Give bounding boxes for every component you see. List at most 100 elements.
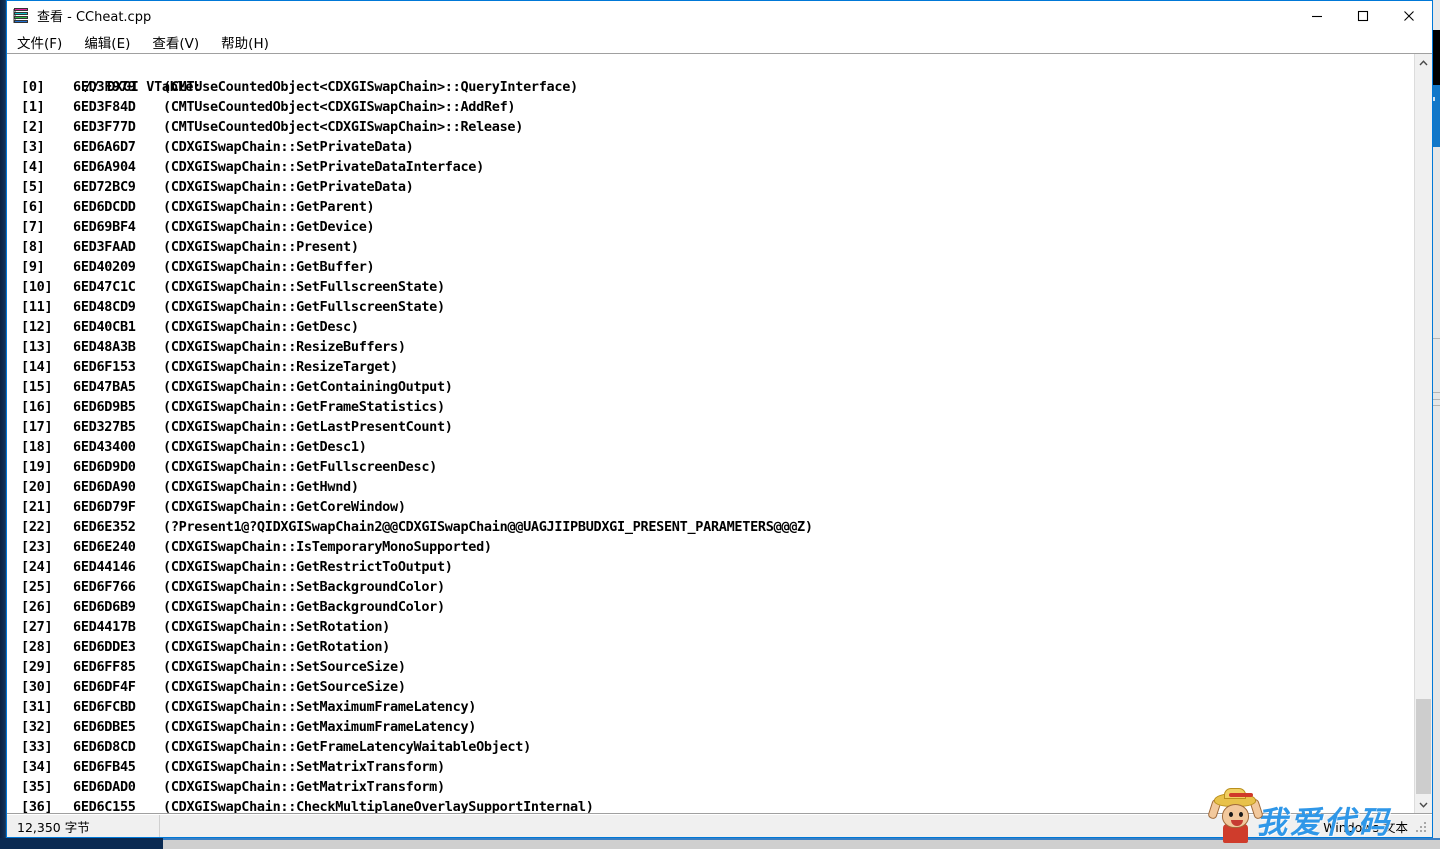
menu-item-view[interactable]: 查看(V) (152, 32, 199, 52)
code-row-address: 6ED3F979 (73, 79, 136, 95)
maximize-button[interactable] (1340, 1, 1386, 30)
title-bar[interactable]: 查看 - CCheat.cpp (7, 1, 1432, 30)
close-button[interactable] (1386, 1, 1432, 30)
code-row: [3] 6ED6A6D7 (CDXGISwapChain::SetPrivateDa… (7, 137, 1414, 157)
code-row-index: [22] (21, 519, 53, 535)
menu-item-edit[interactable]: 编辑(E) (84, 32, 130, 52)
code-row: [1] 6ED3F84D (CMTUseCountedObject<CDXGISwa… (7, 97, 1414, 117)
code-row-symbol: (CDXGISwapChain::GetDesc) (163, 319, 359, 335)
code-row-symbol: (CMTUseCountedObject<CDXGISwapChain>::Re… (163, 119, 524, 135)
code-row-index: [26] (21, 599, 53, 615)
code-row: [2] 6ED3F77D (CMTUseCountedObject<CDXGISwa… (7, 117, 1414, 137)
taskbar-accent-line (163, 838, 1440, 840)
code-row-symbol: (CDXGISwapChain::CheckMultiplaneOverlayS… (163, 799, 594, 813)
code-row-index: [21] (21, 499, 53, 515)
code-row: [15] 6ED47BA5 (CDXGISwapChain::GetContaini… (7, 377, 1414, 397)
code-row: [32] 6ED6DBE5 (CDXGISwapChain::GetMaximumF… (7, 717, 1414, 737)
code-row-symbol: (CDXGISwapChain::SetPrivateData) (163, 139, 414, 155)
code-row-symbol: (CDXGISwapChain::GetRotation) (163, 639, 391, 655)
code-row-address: 6ED40CB1 (73, 319, 136, 335)
code-row: [12] 6ED40CB1 (CDXGISwapChain::GetDesc) (7, 317, 1414, 337)
code-row-index: [35] (21, 779, 53, 795)
code-row-index: [24] (21, 559, 53, 575)
code-row-index: [29] (21, 659, 53, 675)
code-row: [22] 6ED6E352 (?Present1@?QIDXGISwapChain2… (7, 517, 1414, 537)
code-row-address: 6ED6DA90 (73, 479, 136, 495)
code-row: [14] 6ED6F153 (CDXGISwapChain::ResizeTarge… (7, 357, 1414, 377)
code-row-symbol: (CDXGISwapChain::GetRestrictToOutput) (163, 559, 453, 575)
maximize-icon (1357, 10, 1369, 21)
resize-grip[interactable] (1416, 822, 1428, 834)
code-row-symbol: (CMTUseCountedObject<CDXGISwapChain>::Ad… (163, 99, 516, 115)
code-row-index: [36] (21, 799, 53, 813)
code-row-address: 6ED6F153 (73, 359, 136, 375)
code-row: [7] 6ED69BF4 (CDXGISwapChain::GetDevice) (7, 217, 1414, 237)
code-row: [25] 6ED6F766 (CDXGISwapChain::SetBackgrou… (7, 577, 1414, 597)
code-comment-line: // DXGI VTable: (7, 57, 1414, 95)
code-row-symbol: (CDXGISwapChain::GetMaximumFrameLatency) (163, 719, 477, 735)
code-row-symbol: (CDXGISwapChain::GetFrameStatistics) (163, 399, 445, 415)
code-row: [28] 6ED6DDE3 (CDXGISwapChain::GetRotation… (7, 637, 1414, 657)
code-row-address: 6ED6DAD0 (73, 779, 136, 795)
code-row: [18] 6ED43400 (CDXGISwapChain::GetDesc1) (7, 437, 1414, 457)
code-row-symbol: (CDXGISwapChain::GetDesc1) (163, 439, 367, 455)
code-row-symbol: (CDXGISwapChain::GetPrivateData) (163, 179, 414, 195)
code-row: [10] 6ED47C1C (CDXGISwapChain::SetFullscre… (7, 277, 1414, 297)
code-row-symbol: (CDXGISwapChain::GetFullscreenDesc) (163, 459, 437, 475)
code-row-symbol: (CDXGISwapChain::GetLastPresentCount) (163, 419, 453, 435)
code-row-address: 6ED6E352 (73, 519, 136, 535)
menu-item-help[interactable]: 帮助(H) (221, 32, 269, 52)
code-row-symbol: (CDXGISwapChain::ResizeBuffers) (163, 339, 406, 355)
code-row-address: 6ED47BA5 (73, 379, 136, 395)
code-row-index: [6] (21, 199, 45, 215)
code-row-address: 6ED6F766 (73, 579, 136, 595)
vertical-scrollbar[interactable] (1414, 54, 1432, 813)
code-row-address: 6ED48CD9 (73, 299, 136, 315)
code-row-index: [7] (21, 219, 45, 235)
code-row-address: 6ED327B5 (73, 419, 136, 435)
code-row: [5] 6ED72BC9 (CDXGISwapChain::GetPrivateDa… (7, 177, 1414, 197)
code-row-index: [2] (21, 119, 45, 135)
code-row-address: 6ED47C1C (73, 279, 136, 295)
window-controls (1294, 1, 1432, 30)
code-row-address: 6ED6DF4F (73, 679, 136, 695)
status-bar: 12,350 字节 Windows 文本 (7, 814, 1432, 837)
code-row-symbol: (CDXGISwapChain::Present) (163, 239, 359, 255)
close-icon (1404, 10, 1414, 21)
menu-item-file[interactable]: 文件(F) (17, 32, 62, 52)
scroll-down-button[interactable] (1415, 796, 1432, 813)
code-row-symbol: (CDXGISwapChain::GetCoreWindow) (163, 499, 406, 515)
minimize-button[interactable] (1294, 1, 1340, 30)
code-row-index: [9] (21, 259, 45, 275)
code-row-index: [11] (21, 299, 53, 315)
code-row-index: [33] (21, 739, 53, 755)
code-row-address: 6ED48A3B (73, 339, 136, 355)
code-row: [16] 6ED6D9B5 (CDXGISwapChain::GetFrameSta… (7, 397, 1414, 417)
code-row: [4] 6ED6A904 (CDXGISwapChain::SetPrivateDa… (7, 157, 1414, 177)
code-text-view[interactable]: // DXGI VTable: [0] 6ED3F979 (CMTUseCounte… (7, 54, 1414, 813)
code-row-index: [30] (21, 679, 53, 695)
code-row-address: 6ED6DCDD (73, 199, 136, 215)
code-row-index: [32] (21, 719, 53, 735)
code-row-index: [13] (21, 339, 53, 355)
code-row-address: 6ED3FAAD (73, 239, 136, 255)
code-row-address: 6ED6E240 (73, 539, 136, 555)
code-row-address: 6ED6FCBD (73, 699, 136, 715)
book-stack-icon (13, 7, 31, 25)
code-row: [30] 6ED6DF4F (CDXGISwapChain::GetSourceSi… (7, 677, 1414, 697)
code-row-address: 6ED44146 (73, 559, 136, 575)
code-row-index: [23] (21, 539, 53, 555)
window-title: 查看 - CCheat.cpp (37, 10, 152, 25)
code-row: [6] 6ED6DCDD (CDXGISwapChain::GetParent) (7, 197, 1414, 217)
scrollbar-thumb[interactable] (1416, 699, 1431, 794)
code-row-index: [5] (21, 179, 45, 195)
scroll-up-button[interactable] (1415, 54, 1432, 71)
code-row-symbol: (CMTUseCountedObject<CDXGISwapChain>::Qu… (163, 79, 578, 95)
code-row-address: 6ED6D79F (73, 499, 136, 515)
code-row-address: 6ED6DBE5 (73, 719, 136, 735)
code-row: [11] 6ED48CD9 (CDXGISwapChain::GetFullscre… (7, 297, 1414, 317)
code-row-symbol: (CDXGISwapChain::GetBackgroundColor) (163, 599, 445, 615)
code-row: [24] 6ED44146 (CDXGISwapChain::GetRestrict… (7, 557, 1414, 577)
code-row-address: 6ED69BF4 (73, 219, 136, 235)
code-row-symbol: (CDXGISwapChain::SetMaximumFrameLatency) (163, 699, 477, 715)
